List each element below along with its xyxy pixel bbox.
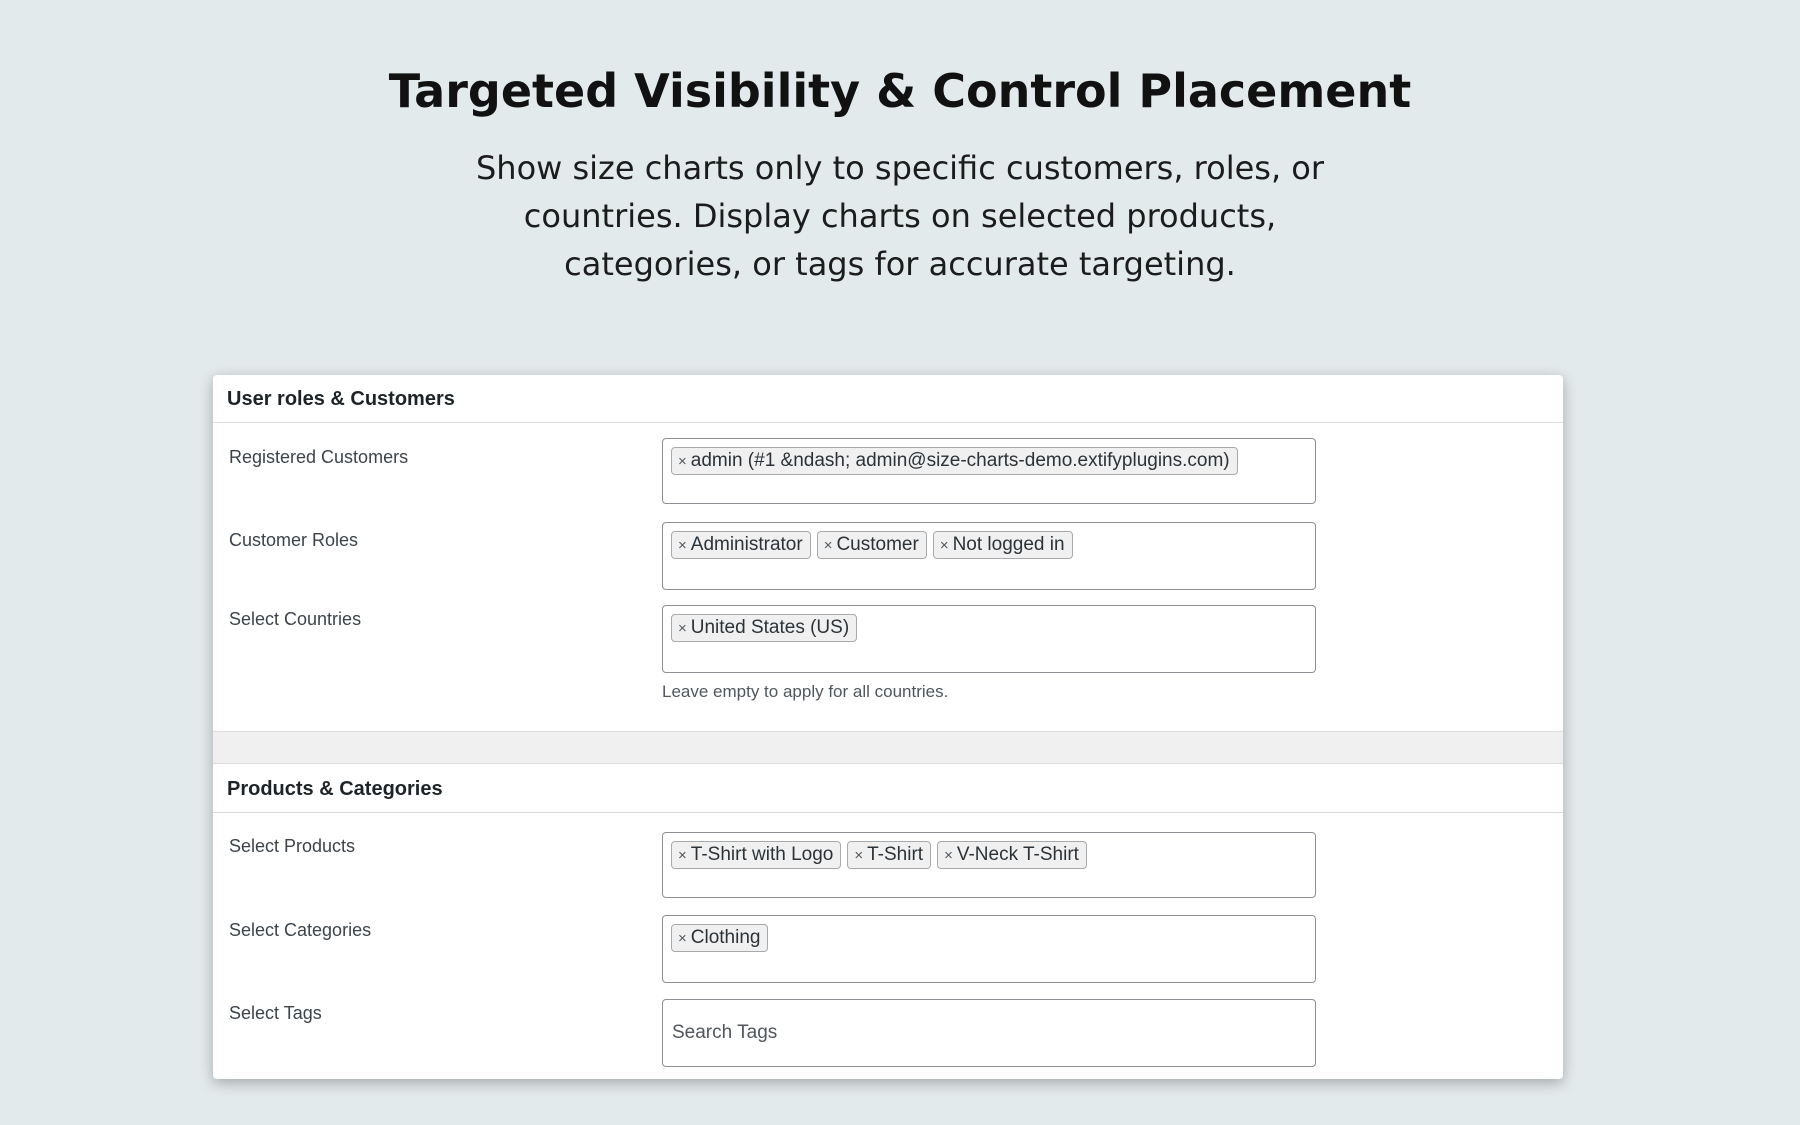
close-icon[interactable]: × <box>940 537 949 554</box>
selected-chip: × V-Neck T-Shirt <box>937 841 1087 869</box>
countries-hint: Leave empty to apply for all countries. <box>662 682 949 701</box>
tags-select[interactable] <box>662 999 1316 1067</box>
close-icon[interactable]: × <box>678 620 687 637</box>
close-icon[interactable]: × <box>678 537 687 554</box>
selected-chip: × admin (#1 &ndash; admin@size-charts-dem… <box>671 447 1238 475</box>
registered-customers-label: Registered Customers <box>229 447 409 467</box>
selected-chip: × United States (US) <box>671 614 858 642</box>
tags-search-input[interactable] <box>671 1010 1292 1056</box>
section-divider <box>213 731 1563 764</box>
close-icon[interactable]: × <box>854 847 863 864</box>
close-icon[interactable]: × <box>678 847 687 864</box>
countries-select[interactable]: × United States (US) <box>662 605 1316 673</box>
page-description: Show size charts only to specific custom… <box>475 149 1325 283</box>
chip-label: T-Shirt with Logo <box>690 844 834 865</box>
section-title-users: User roles & Customers <box>213 375 1563 423</box>
section-title-products: Products & Categories <box>213 763 1563 813</box>
countries-label: Select Countries <box>229 609 362 629</box>
registered-customers-select[interactable]: × admin (#1 &ndash; admin@size-charts-dem… <box>662 438 1316 504</box>
products-label: Select Products <box>229 836 356 856</box>
close-icon[interactable]: × <box>824 537 833 554</box>
selected-chip: × Not logged in <box>932 531 1073 559</box>
selected-chip: × T-Shirt with Logo <box>671 841 842 869</box>
page-title: Targeted Visibility & Control Placement <box>388 64 1412 118</box>
categories-label: Select Categories <box>229 920 372 940</box>
close-icon[interactable]: × <box>944 847 953 864</box>
tags-label: Select Tags <box>229 1003 322 1023</box>
chip-label: United States (US) <box>690 617 850 638</box>
chip-label: admin (#1 &ndash; admin@size-charts-demo… <box>690 450 1230 471</box>
selected-chip: × Clothing <box>671 924 769 952</box>
selected-chip: × T-Shirt <box>847 841 932 869</box>
close-icon[interactable]: × <box>678 930 687 947</box>
categories-select[interactable]: × Clothing <box>662 915 1316 983</box>
chip-label: T-Shirt <box>867 844 924 865</box>
chip-label: Administrator <box>690 534 803 555</box>
chip-label: Clothing <box>690 927 761 948</box>
close-icon[interactable]: × <box>678 453 687 470</box>
chip-label: V-Neck T-Shirt <box>956 844 1079 865</box>
chip-label: Not logged in <box>952 534 1065 555</box>
selected-chip: × Administrator <box>671 531 811 559</box>
customer-roles-select[interactable]: × Administrator × Customer × Not logged in <box>662 522 1316 590</box>
settings-panel: User roles & Customers Registered Custom… <box>213 375 1563 1079</box>
selected-chip: × Customer <box>816 531 927 559</box>
chip-label: Customer <box>836 534 919 555</box>
customer-roles-label: Customer Roles <box>229 530 359 550</box>
products-select[interactable]: × T-Shirt with Logo × T-Shirt × V-Neck T-Sh… <box>662 832 1316 898</box>
